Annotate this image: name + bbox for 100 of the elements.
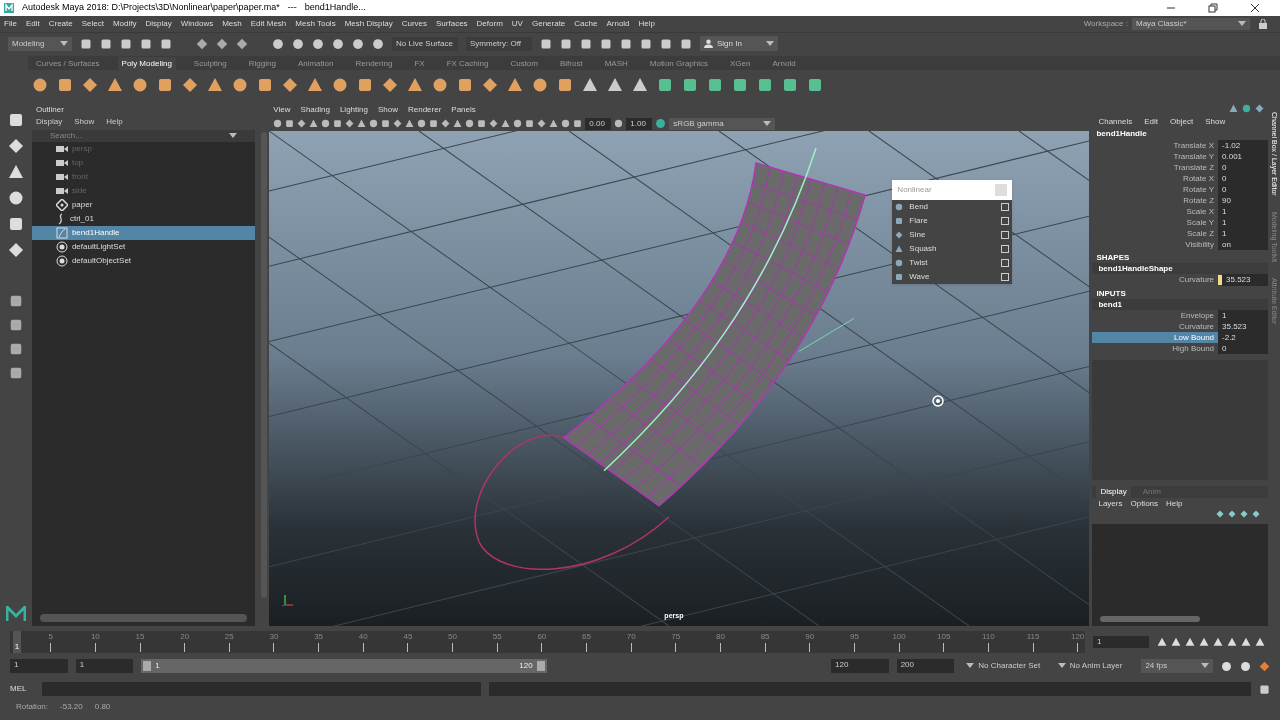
option-box-icon[interactable] (1001, 203, 1010, 211)
restore-icon[interactable] (1208, 3, 1218, 13)
menu-item[interactable]: Display (35, 116, 63, 128)
command-language-label[interactable]: MEL (10, 683, 34, 695)
menu-item[interactable]: Mesh Display (344, 18, 393, 30)
attribute-name[interactable]: Translate Z (1092, 162, 1219, 173)
menu-item[interactable]: Lighting (339, 104, 368, 116)
menu-item[interactable]: Edit Mesh (250, 18, 287, 30)
render-tool-icon[interactable] (640, 37, 652, 50)
character-set-dropdown[interactable]: No Character Set (962, 659, 1046, 673)
vertical-scrollbar[interactable] (261, 132, 268, 598)
menu-item[interactable]: Object (1170, 116, 1194, 128)
menu-item[interactable]: Arnold (606, 18, 630, 30)
modeling-tool-icon[interactable] (132, 77, 148, 93)
outliner-item[interactable]: defaultLightSet (31, 240, 256, 254)
modeling-tool-icon[interactable] (482, 77, 498, 93)
outliner-item[interactable]: ctrl_01 (31, 212, 256, 226)
menu-item[interactable]: Shading (300, 104, 330, 116)
range-handle[interactable] (143, 661, 152, 671)
shelf-tab[interactable]: FX (410, 57, 429, 70)
nonlinear-menu-item[interactable]: Sine (892, 228, 1013, 242)
outliner-item[interactable]: bend1Handle (31, 226, 256, 240)
file-tool-icon[interactable] (140, 37, 152, 50)
range-slider[interactable]: 1 120 (141, 659, 547, 673)
render-tool-icon[interactable] (620, 37, 632, 50)
attribute-name[interactable]: Translate Y (1092, 151, 1219, 162)
menu-item[interactable]: Create (48, 18, 73, 30)
horizontal-scrollbar[interactable] (1100, 616, 1201, 622)
menu-item[interactable]: Generate (531, 18, 566, 30)
current-frame-field[interactable]: 1 (1093, 636, 1149, 648)
modeling-tool-icon[interactable] (432, 77, 448, 93)
attribute-value[interactable]: 0 (1218, 162, 1269, 173)
uv-tool-icon[interactable] (707, 77, 723, 93)
menu-item[interactable]: Display (145, 18, 172, 30)
tool-icon[interactable] (7, 112, 24, 128)
file-tool-icon[interactable] (100, 37, 112, 50)
layout-icon[interactable] (8, 366, 23, 380)
symmetry-dropdown[interactable]: Symmetry: Off (466, 36, 532, 51)
attribute-name[interactable]: Visibility (1092, 239, 1219, 250)
attribute-name[interactable]: Scale Z (1092, 228, 1219, 239)
menu-item[interactable]: Mesh (222, 18, 242, 30)
menu-item[interactable]: Cache (574, 18, 598, 30)
menu-item[interactable]: Show (377, 104, 398, 116)
render-tool-icon[interactable] (680, 37, 692, 50)
shelf-tab[interactable]: Arnold (768, 57, 800, 70)
attribute-name[interactable]: Low Bound (1092, 332, 1219, 343)
modeling-tool-icon[interactable] (507, 77, 523, 93)
attribute-value[interactable]: 1 (1218, 206, 1269, 217)
uv-tool-icon[interactable] (782, 77, 798, 93)
menu-item[interactable]: Options (1130, 498, 1159, 510)
attribute-name[interactable]: Curvature (1092, 273, 1219, 286)
modeling-tool-icon[interactable] (357, 77, 373, 93)
snap-tool-icon[interactable] (352, 37, 364, 50)
attribute-value[interactable]: on (1218, 239, 1269, 250)
option-box-icon[interactable] (1001, 273, 1010, 281)
select-tool-icon[interactable] (236, 37, 248, 50)
menu-item[interactable]: Help (638, 18, 655, 30)
menu-item[interactable]: Curves (401, 18, 427, 30)
snap-tool-icon[interactable] (372, 37, 384, 50)
menu-item[interactable]: Surfaces (436, 18, 468, 30)
render-tool-icon[interactable] (580, 37, 592, 50)
outliner-item[interactable]: defaultObjectSet (31, 254, 256, 268)
modeling-tool-icon[interactable] (107, 77, 123, 93)
shelf-tab[interactable]: XGen (726, 57, 755, 70)
render-tool-icon[interactable] (600, 37, 612, 50)
attribute-value[interactable]: 0 (1218, 184, 1269, 195)
workspace-dropdown[interactable]: Maya Classic* (1132, 18, 1250, 30)
uv-tool-icon[interactable] (757, 77, 773, 93)
nonlinear-menu-item[interactable]: Bend (892, 200, 1013, 214)
shelf-tab[interactable]: Poly Modeling (117, 57, 176, 70)
shelf-tab[interactable]: Curves / Surfaces (32, 57, 104, 70)
attribute-name[interactable]: Rotate Z (1092, 195, 1219, 206)
menu-item[interactable]: Windows (180, 18, 214, 30)
modeling-tool-icon[interactable] (157, 77, 173, 93)
layout-icon[interactable] (8, 342, 23, 356)
modeling-tool-icon[interactable] (557, 77, 573, 93)
menu-item[interactable]: Renderer (407, 104, 442, 116)
playback-start-field[interactable]: 1 (75, 659, 134, 673)
nonlinear-menu-item[interactable]: Wave (892, 270, 1013, 284)
uv-tool-icon[interactable] (732, 77, 748, 93)
modeling-tool-icon[interactable] (232, 77, 248, 93)
file-tool-icon[interactable] (120, 37, 132, 50)
modeling-tool-icon[interactable] (82, 77, 98, 93)
menu-item[interactable]: Edit (25, 18, 40, 30)
modeling-tool-icon[interactable] (457, 77, 473, 93)
exposure-field[interactable]: 0.00 (585, 117, 612, 130)
nonlinear-menu-item[interactable]: Squash (892, 242, 1013, 256)
menu-item[interactable]: Help (106, 116, 123, 128)
menu-item[interactable]: Channels (1098, 116, 1133, 128)
nonlinear-menu-item[interactable]: Flare (892, 214, 1013, 228)
attribute-name[interactable]: Curvature (1092, 321, 1219, 332)
menu-item[interactable]: Show (74, 116, 95, 128)
attribute-value[interactable]: 1 (1218, 217, 1269, 228)
menu-item[interactable]: Select (81, 18, 104, 30)
color-space-dropdown[interactable]: sRGB gamma (669, 117, 776, 130)
lock-icon[interactable] (1258, 19, 1268, 29)
snap-tool-icon[interactable] (332, 37, 344, 50)
time-slider[interactable]: 1 5 10 15 20 25 30 35 40 45 50 55 60 65 70 75 80 85 90 95 100 105 110 115 120 (10, 631, 1085, 653)
select-tool-icon[interactable] (216, 37, 228, 50)
attribute-value[interactable]: 1 (1218, 310, 1269, 321)
